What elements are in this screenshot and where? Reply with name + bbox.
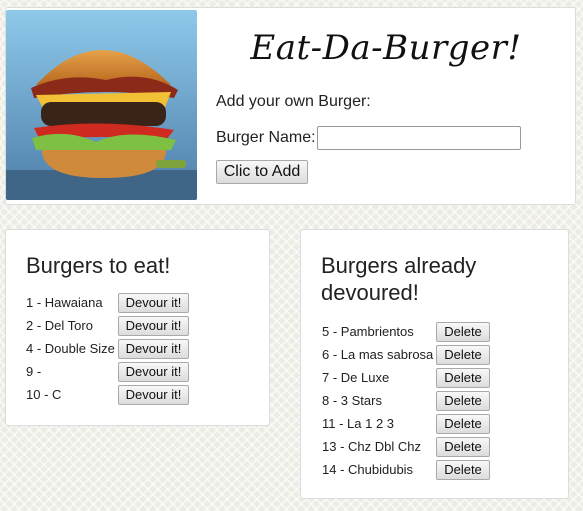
burgers-devoured-title: Burgers already devoured!	[321, 253, 477, 305]
devour-button[interactable]: Devour it!	[118, 315, 189, 336]
add-burger-label: Add your own Burger:	[216, 93, 371, 110]
burgers-devoured-card: Burgers already devoured! 5 - Pambriento…	[300, 229, 569, 499]
burger-name-label: Burger Name:	[216, 129, 316, 146]
burger-name: 4 - Double Size	[26, 341, 115, 356]
burgers-devoured-list: 5 - Pambrientos Delete 6 - La mas sabros…	[322, 320, 490, 481]
burgers-to-eat-card: Burgers to eat! 1 - Hawaiana Devour it! …	[5, 229, 270, 426]
app-title: Eat-Da-Burger!	[250, 28, 522, 68]
delete-button[interactable]: Delete	[436, 390, 490, 411]
burger-name: 14 - Chubidubis	[322, 462, 414, 477]
delete-button[interactable]: Delete	[436, 367, 490, 388]
list-item: 11 - La 1 2 3 Delete	[322, 412, 490, 435]
list-item: 13 - Chz Dbl Chz Delete	[322, 435, 490, 458]
list-item: 14 - Chubidubis Delete	[322, 458, 490, 481]
devour-button[interactable]: Devour it!	[118, 292, 189, 313]
delete-button[interactable]: Delete	[436, 413, 490, 434]
burgers-to-eat-list: 1 - Hawaiana Devour it! 2 - Del Toro Dev…	[26, 291, 189, 406]
add-burger-button[interactable]: Clic to Add	[216, 160, 308, 184]
devour-button[interactable]: Devour it!	[118, 361, 189, 382]
burger-name: 13 - Chz Dbl Chz	[322, 439, 421, 454]
list-item: 5 - Pambrientos Delete	[322, 320, 490, 343]
burger-name: 7 - De Luxe	[322, 370, 390, 385]
burger-name: 8 - 3 Stars	[322, 393, 382, 408]
delete-button[interactable]: Delete	[436, 459, 490, 480]
list-item: 4 - Double Size Devour it!	[26, 337, 189, 360]
devour-button[interactable]: Devour it!	[118, 338, 189, 359]
list-item: 10 - C Devour it!	[26, 383, 189, 406]
delete-button[interactable]: Delete	[436, 321, 490, 342]
list-item: 9 - Devour it!	[26, 360, 189, 383]
burger-image	[6, 10, 197, 200]
burgers-to-eat-title: Burgers to eat!	[26, 253, 171, 278]
burger-name: 11 - La 1 2 3	[322, 416, 395, 431]
burger-name: 9 -	[26, 364, 42, 379]
list-item: 6 - La mas sabrosa Delete	[322, 343, 490, 366]
devour-button[interactable]: Devour it!	[118, 384, 189, 405]
list-item: 8 - 3 Stars Delete	[322, 389, 490, 412]
list-item: 2 - Del Toro Devour it!	[26, 314, 189, 337]
delete-button[interactable]: Delete	[436, 436, 490, 457]
burger-name: 5 - Pambrientos	[322, 324, 414, 339]
burger-name: 1 - Hawaiana	[26, 295, 103, 310]
delete-button[interactable]: Delete	[436, 344, 490, 365]
list-item: 1 - Hawaiana Devour it!	[26, 291, 189, 314]
list-item: 7 - De Luxe Delete	[322, 366, 490, 389]
burger-name-input[interactable]	[317, 126, 521, 150]
burger-name: 6 - La mas sabrosa	[322, 347, 434, 362]
burger-name: 2 - Del Toro	[26, 318, 93, 333]
header-card: Eat-Da-Burger! Add your own Burger: Burg…	[5, 7, 576, 205]
burger-name: 10 - C	[26, 387, 62, 402]
